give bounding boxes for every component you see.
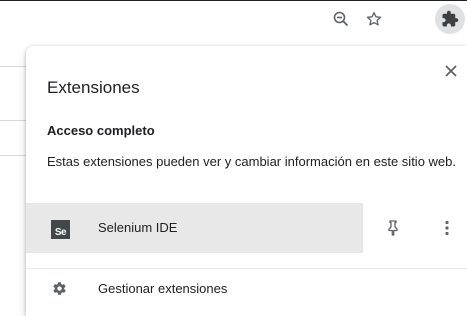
pin-icon[interactable] <box>382 217 404 239</box>
menu-divider <box>26 268 467 269</box>
extensions-popup: Extensiones Acceso completo Estas extens… <box>26 46 467 316</box>
gear-icon <box>51 280 67 296</box>
zoom-icon[interactable] <box>327 5 355 33</box>
full-access-heading: Acceso completo <box>47 123 155 138</box>
background-page-divider <box>0 155 26 156</box>
extensions-puzzle-icon[interactable] <box>435 4 465 34</box>
full-access-description: Estas extensiones pueden ver y cambiar i… <box>47 154 456 169</box>
extension-name: Selenium IDE <box>98 220 178 235</box>
selenium-logo-icon: Se <box>51 220 70 239</box>
manage-extensions-button[interactable]: Gestionar extensiones <box>26 272 467 308</box>
more-options-icon[interactable] <box>437 217 457 239</box>
background-page-divider <box>0 120 26 121</box>
browser-toolbar <box>0 1 467 37</box>
popup-title: Extensiones <box>47 78 140 97</box>
close-button[interactable] <box>441 61 461 81</box>
bookmark-star-icon[interactable] <box>360 5 388 33</box>
extension-row-selenium-ide: Se Selenium IDE <box>26 203 467 253</box>
browser-window: Extensiones Acceso completo Estas extens… <box>0 0 467 316</box>
close-icon <box>445 65 457 77</box>
background-page-divider <box>0 66 26 67</box>
extension-launch-button[interactable]: Se Selenium IDE <box>26 203 363 253</box>
manage-extensions-label: Gestionar extensiones <box>98 281 228 296</box>
